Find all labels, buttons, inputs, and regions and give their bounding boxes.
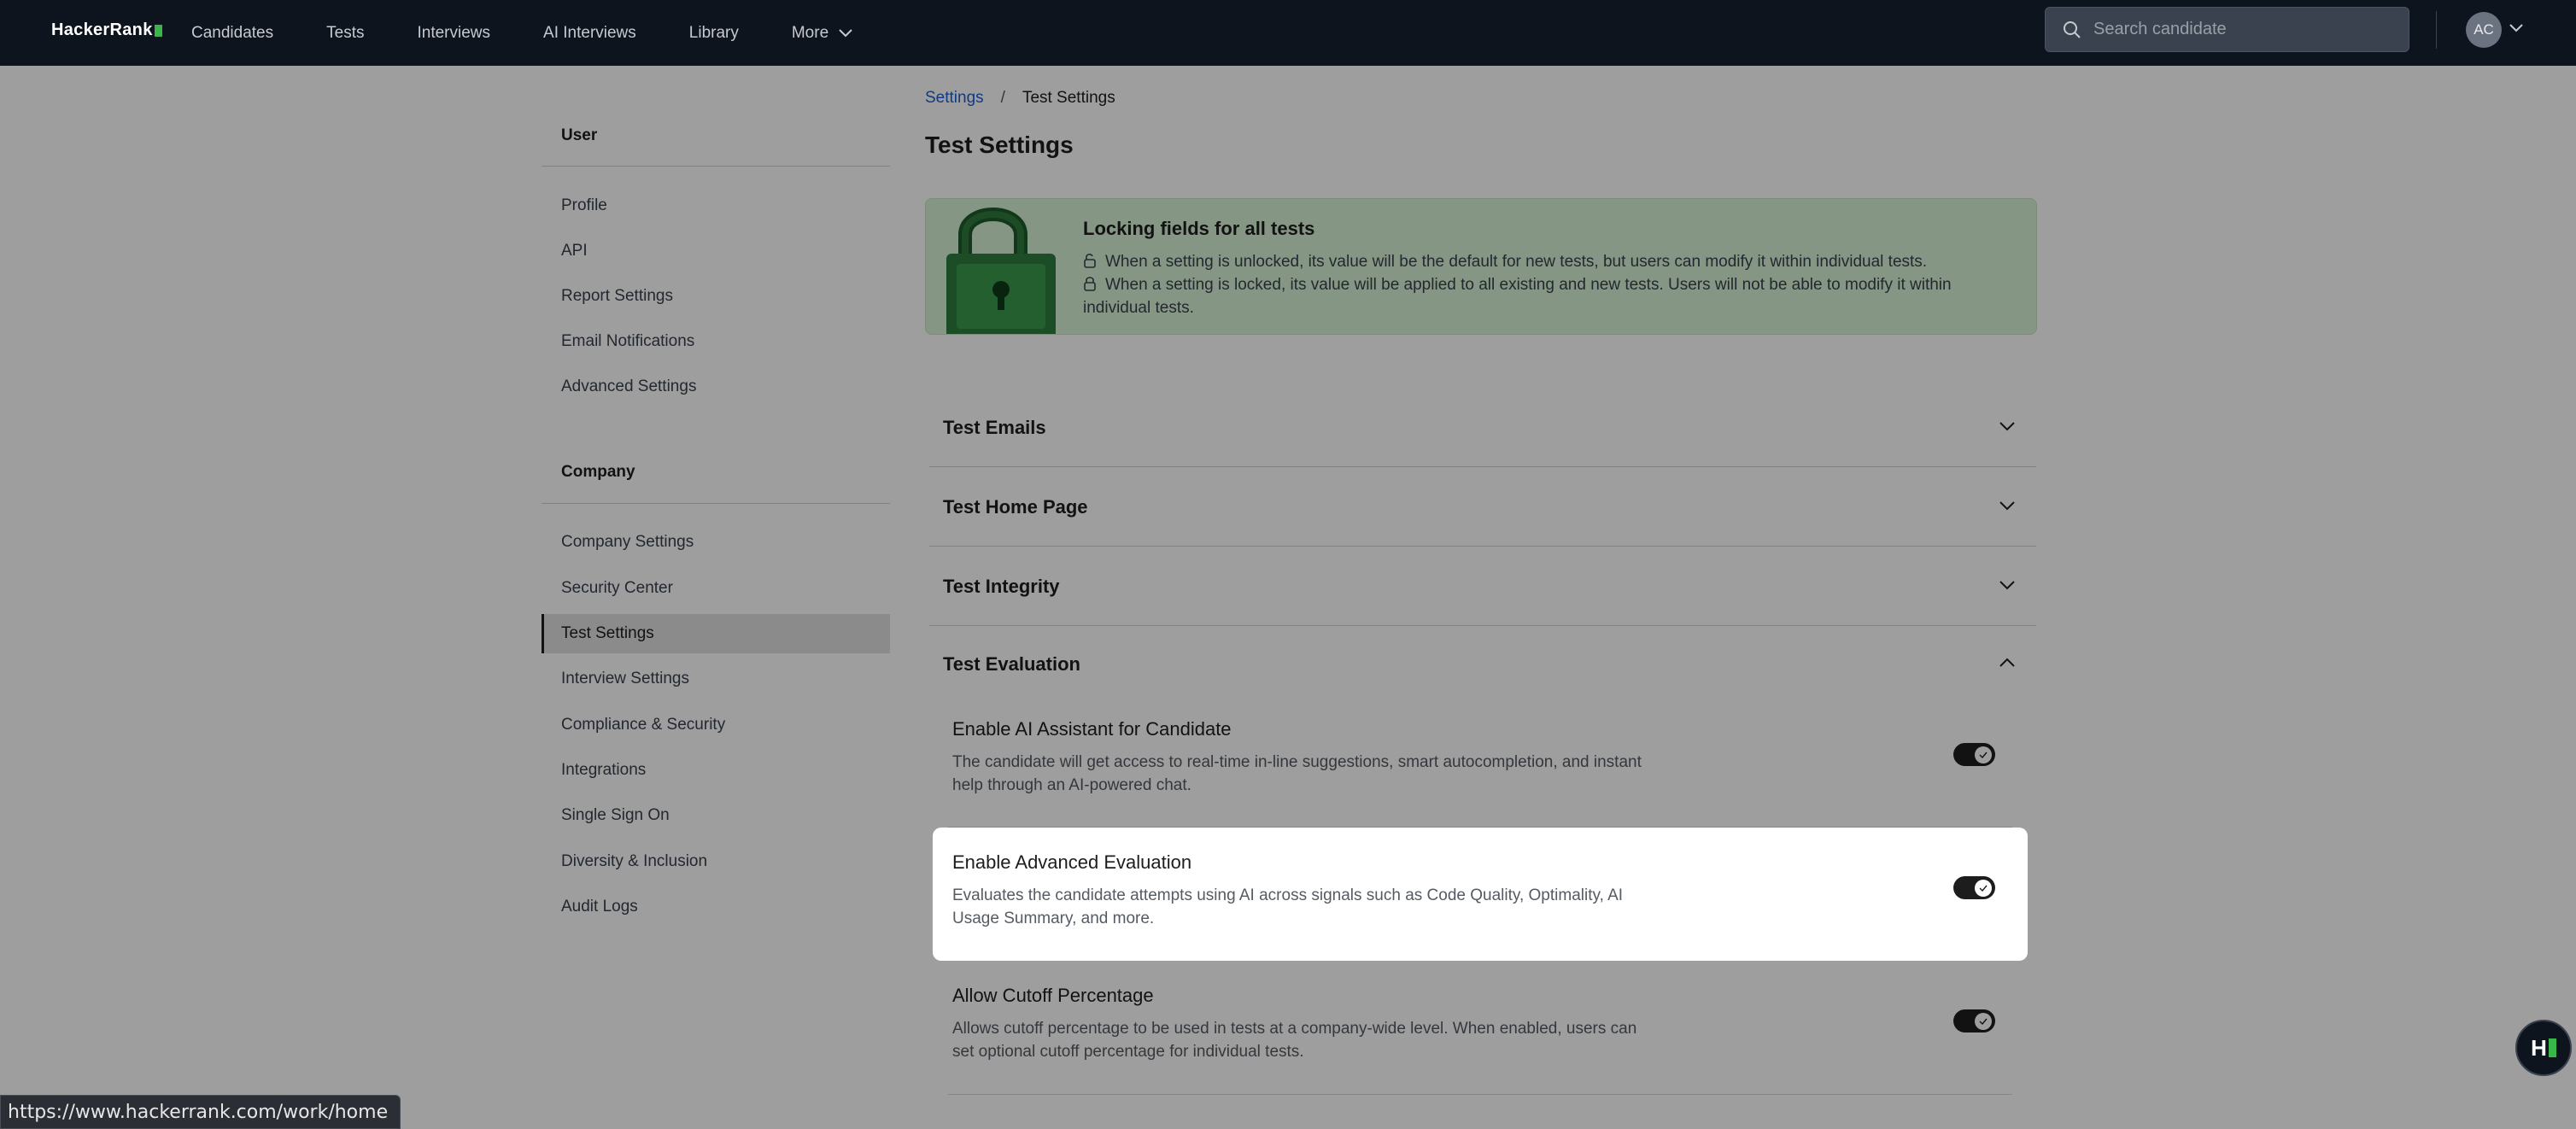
breadcrumb-current: Test Settings — [1022, 89, 1115, 107]
avatar[interactable]: AC — [2466, 12, 2502, 48]
chevron-down-icon[interactable] — [2509, 24, 2523, 32]
sidebar-item-diversity-inclusion[interactable]: Diversity & Inclusion — [542, 842, 890, 881]
nav-link-more[interactable]: More — [792, 24, 852, 43]
sidebar-item-advanced-settings[interactable]: Advanced Settings — [542, 367, 890, 407]
banner-title: Locking fields for all tests — [1083, 218, 1315, 239]
setting-ai-assistant: Enable AI Assistant for Candidate The ca… — [933, 694, 2028, 828]
advanced-evaluation-toggle[interactable] — [1953, 876, 1995, 899]
banner-locked-text: When a setting is locked, its value will… — [1083, 276, 1952, 317]
divider — [948, 1094, 2012, 1095]
sidebar-item-security-center[interactable]: Security Center — [542, 569, 890, 608]
chevron-down-icon — [839, 28, 852, 37]
chevron-up-icon — [1999, 658, 2015, 667]
divider — [542, 166, 890, 167]
search-icon — [2064, 20, 2081, 38]
sidebar-heading-user: User — [561, 126, 598, 144]
locking-info-banner: Locking fields for all tests When a sett… — [925, 198, 2037, 335]
section-title: Test Evaluation — [943, 653, 1080, 675]
cutoff-percentage-toggle[interactable] — [1953, 1009, 1995, 1032]
chevron-down-icon — [1999, 581, 2015, 590]
setting-description: Evaluates the candidate attempts using A… — [952, 886, 1624, 927]
setting-title: Enable AI Assistant for Candidate — [952, 718, 1232, 740]
search-input[interactable] — [2093, 20, 2384, 39]
setting-description: The candidate will get access to real-ti… — [952, 753, 1642, 794]
status-bar-url: https://www.hackerrank.com/work/home — [0, 1095, 401, 1129]
ai-assistant-toggle[interactable] — [1953, 743, 1995, 766]
toggle-knob — [1975, 1012, 1992, 1030]
nav-links: Candidates Tests Interviews AI Interview… — [191, 0, 905, 66]
unlock-icon — [1084, 254, 1096, 268]
sidebar-item-single-sign-on[interactable]: Single Sign On — [542, 796, 890, 835]
section-title: Test Emails — [943, 417, 1046, 438]
nav-link-candidates[interactable]: Candidates — [191, 24, 273, 43]
sidebar-item-integrations[interactable]: Integrations — [542, 751, 890, 790]
page-title: Test Settings — [925, 132, 1074, 158]
breadcrumb: Settings / Test Settings — [925, 89, 1115, 108]
sidebar-item-compliance-security[interactable]: Compliance & Security — [542, 705, 890, 745]
help-logo-icon: H — [2531, 1034, 2547, 1061]
sidebar-item-email-notifications[interactable]: Email Notifications — [542, 322, 890, 361]
section-title: Test Integrity — [943, 576, 1060, 597]
nav-link-more-label: More — [791, 23, 829, 42]
sidebar-heading-company: Company — [561, 463, 635, 481]
section-title: Test Home Page — [943, 496, 1088, 518]
help-logo-bar — [2548, 1038, 2556, 1057]
sidebar-item-audit-logs[interactable]: Audit Logs — [542, 887, 890, 927]
setting-cutoff-percentage: Allow Cutoff Percentage Allows cutoff pe… — [933, 961, 2028, 1094]
toggle-knob — [1975, 746, 1992, 763]
setting-title: Enable Advanced Evaluation — [952, 851, 1192, 873]
check-icon — [1979, 885, 1988, 892]
sidebar-item-interview-settings[interactable]: Interview Settings — [542, 659, 890, 699]
lock-icon — [1084, 277, 1096, 291]
sidebar-item-profile[interactable]: Profile — [542, 186, 890, 225]
banner-unlocked-line: When a setting is unlocked, its value wi… — [1083, 250, 2014, 273]
chevron-down-icon — [1999, 422, 2015, 431]
nav-link-library[interactable]: Library — [689, 24, 739, 43]
section-test-emails[interactable]: Test Emails — [929, 388, 2036, 467]
setting-description: Allows cutoff percentage to be used in t… — [952, 1020, 1637, 1061]
hackerrank-logo[interactable]: HackerRank — [51, 20, 162, 40]
help-chat-button[interactable]: H — [2515, 1020, 2572, 1076]
section-test-home-page[interactable]: Test Home Page — [929, 467, 2036, 547]
check-icon — [1979, 1018, 1988, 1025]
nav-link-interviews[interactable]: Interviews — [417, 24, 490, 43]
banner-locked-line: When a setting is locked, its value will… — [1083, 273, 2014, 319]
breadcrumb-separator: / — [1000, 89, 1005, 107]
chevron-down-icon — [1999, 501, 2015, 511]
divider — [542, 503, 890, 504]
padlock-illustration-icon — [946, 208, 1056, 334]
banner-unlocked-text: When a setting is unlocked, its value wi… — [1105, 253, 1928, 271]
nav-link-ai-interviews[interactable]: AI Interviews — [543, 24, 636, 43]
sidebar-item-company-settings[interactable]: Company Settings — [542, 523, 890, 562]
toggle-knob — [1975, 879, 1992, 897]
nav-divider — [2436, 11, 2437, 49]
sidebar-item-api[interactable]: API — [542, 231, 890, 271]
setting-advanced-evaluation: Enable Advanced Evaluation Evaluates the… — [933, 828, 2028, 961]
top-navbar: HackerRank Candidates Tests Interviews A… — [0, 0, 2576, 66]
sidebar-item-test-settings[interactable]: Test Settings — [542, 614, 890, 653]
setting-title: Allow Cutoff Percentage — [952, 985, 1154, 1006]
section-test-integrity[interactable]: Test Integrity — [929, 547, 2036, 626]
breadcrumb-settings-link[interactable]: Settings — [925, 89, 984, 108]
logo-text: HackerRank — [51, 20, 153, 39]
nav-link-tests[interactable]: Tests — [326, 24, 364, 43]
sidebar-item-report-settings[interactable]: Report Settings — [542, 277, 890, 316]
search-box[interactable] — [2045, 7, 2409, 52]
logo-mark-icon — [154, 24, 162, 37]
check-icon — [1979, 752, 1988, 758]
